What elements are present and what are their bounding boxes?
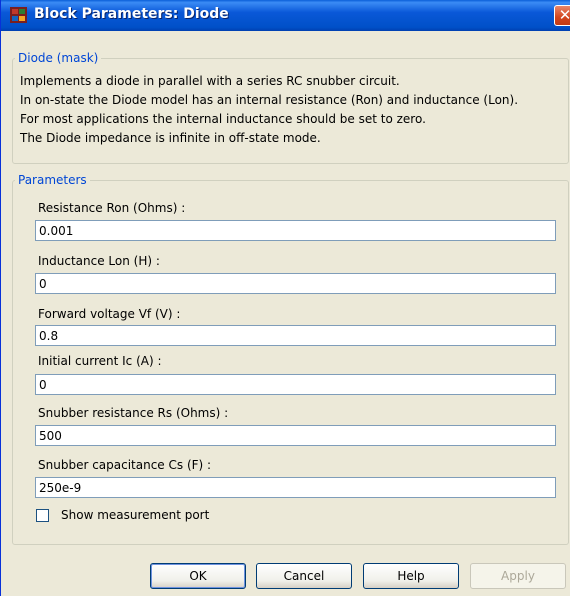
show-measurement-port-checkbox[interactable]	[36, 509, 49, 522]
snubber-capacitance-input[interactable]	[35, 477, 556, 498]
resistance-ron-input[interactable]	[35, 220, 556, 241]
description-line: In on-state the Diode model has an inter…	[20, 93, 519, 107]
apply-button[interactable]: Apply	[470, 563, 566, 589]
forward-voltage-input[interactable]	[35, 325, 556, 346]
close-icon: ✕	[558, 6, 570, 24]
cancel-button[interactable]: Cancel	[256, 563, 352, 589]
help-button[interactable]: Help	[363, 563, 459, 589]
ok-button[interactable]: OK	[150, 563, 246, 589]
title-bar[interactable]: Block Parameters: Diode ✕	[1, 0, 570, 31]
mask-description: Implements a diode in parallel with a se…	[20, 72, 560, 148]
inductance-lon-input[interactable]	[35, 273, 556, 294]
close-button[interactable]: ✕	[554, 5, 570, 26]
simulink-block-icon	[10, 7, 27, 23]
snubber-resistance-label: Snubber resistance Rs (Ohms) :	[38, 406, 229, 420]
mask-legend: Diode (mask)	[18, 51, 99, 65]
snubber-resistance-input[interactable]	[35, 425, 556, 446]
show-measurement-port-label[interactable]: Show measurement port	[61, 508, 209, 522]
forward-voltage-label: Forward voltage Vf (V) :	[38, 307, 181, 321]
description-line: For most applications the internal induc…	[20, 112, 426, 126]
initial-current-label: Initial current Ic (A) :	[38, 354, 162, 368]
initial-current-input[interactable]	[35, 374, 556, 395]
resistance-ron-label: Resistance Ron (Ohms) :	[38, 201, 186, 215]
description-line: Implements a diode in parallel with a se…	[20, 74, 400, 88]
block-parameters-dialog: Block Parameters: Diode ✕ Diode (mask) I…	[0, 0, 570, 596]
snubber-capacitance-label: Snubber capacitance Cs (F) :	[38, 458, 212, 472]
description-line: The Diode impedance is infinite in off-s…	[20, 131, 321, 145]
parameters-legend: Parameters	[18, 173, 87, 187]
inductance-lon-label: Inductance Lon (H) :	[38, 254, 160, 268]
window-title: Block Parameters: Diode	[34, 6, 229, 22]
